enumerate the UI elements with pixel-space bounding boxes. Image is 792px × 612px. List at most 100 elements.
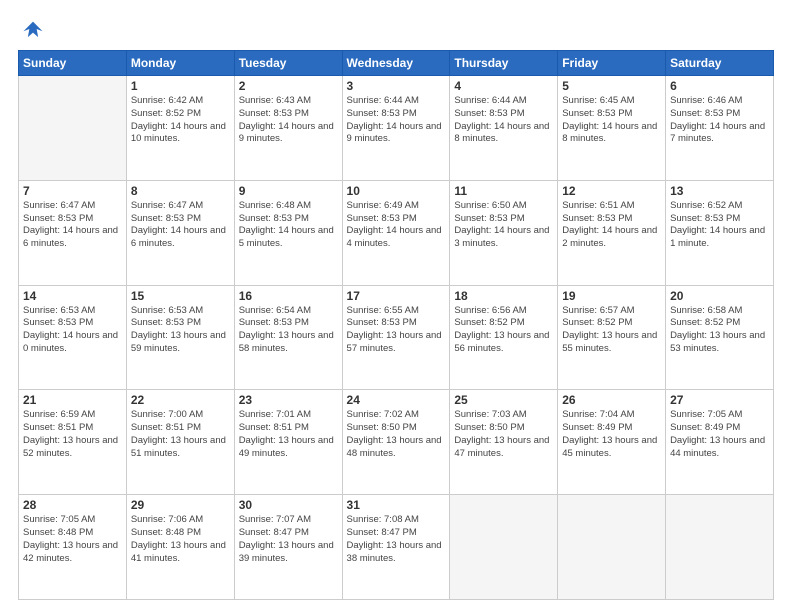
week-row-5: 28 Sunrise: 7:05 AMSunset: 8:48 PMDayligh… xyxy=(19,495,774,600)
calendar-cell: 27 Sunrise: 7:05 AMSunset: 8:49 PMDayligh… xyxy=(666,390,774,495)
day-number: 15 xyxy=(131,289,230,303)
calendar-cell: 5 Sunrise: 6:45 AMSunset: 8:53 PMDaylight… xyxy=(558,76,666,181)
day-info: Sunrise: 6:52 AMSunset: 8:53 PMDaylight:… xyxy=(670,200,769,251)
day-info: Sunrise: 7:02 AMSunset: 8:50 PMDaylight:… xyxy=(347,409,446,460)
day-number: 20 xyxy=(670,289,769,303)
day-info: Sunrise: 7:07 AMSunset: 8:47 PMDaylight:… xyxy=(239,514,338,565)
day-number: 21 xyxy=(23,393,122,407)
day-info: Sunrise: 6:59 AMSunset: 8:51 PMDaylight:… xyxy=(23,409,122,460)
page: SundayMondayTuesdayWednesdayThursdayFrid… xyxy=(0,0,792,612)
day-number: 27 xyxy=(670,393,769,407)
day-info: Sunrise: 7:05 AMSunset: 8:49 PMDaylight:… xyxy=(670,409,769,460)
day-info: Sunrise: 6:42 AMSunset: 8:52 PMDaylight:… xyxy=(131,95,230,146)
week-row-2: 7 Sunrise: 6:47 AMSunset: 8:53 PMDaylight… xyxy=(19,180,774,285)
week-row-1: 1Sunrise: 6:42 AMSunset: 8:52 PMDaylight… xyxy=(19,76,774,181)
day-number: 17 xyxy=(347,289,446,303)
calendar-cell: 14 Sunrise: 6:53 AMSunset: 8:53 PMDayligh… xyxy=(19,285,127,390)
day-info: Sunrise: 6:44 AMSunset: 8:53 PMDaylight:… xyxy=(347,95,446,146)
calendar-cell: 22 Sunrise: 7:00 AMSunset: 8:51 PMDayligh… xyxy=(126,390,234,495)
day-info: Sunrise: 6:44 AMSunset: 8:53 PMDaylight:… xyxy=(454,95,553,146)
day-number: 11 xyxy=(454,184,553,198)
calendar-cell: 15 Sunrise: 6:53 AMSunset: 8:53 PMDayligh… xyxy=(126,285,234,390)
calendar-cell: 13 Sunrise: 6:52 AMSunset: 8:53 PMDayligh… xyxy=(666,180,774,285)
day-info: Sunrise: 6:54 AMSunset: 8:53 PMDaylight:… xyxy=(239,305,338,356)
header xyxy=(18,18,774,40)
calendar-cell: 17Sunrise: 6:55 AMSunset: 8:53 PMDayligh… xyxy=(342,285,450,390)
weekday-header-monday: Monday xyxy=(126,51,234,76)
calendar-cell: 30 Sunrise: 7:07 AMSunset: 8:47 PMDayligh… xyxy=(234,495,342,600)
logo-bird-icon xyxy=(22,18,44,40)
day-info: Sunrise: 6:46 AMSunset: 8:53 PMDaylight:… xyxy=(670,95,769,146)
day-number: 31 xyxy=(347,498,446,512)
day-number: 5 xyxy=(562,79,661,93)
calendar-cell: 24 Sunrise: 7:02 AMSunset: 8:50 PMDayligh… xyxy=(342,390,450,495)
calendar-cell: 10Sunrise: 6:49 AMSunset: 8:53 PMDayligh… xyxy=(342,180,450,285)
day-info: Sunrise: 6:47 AMSunset: 8:53 PMDaylight:… xyxy=(23,200,122,251)
day-number: 9 xyxy=(239,184,338,198)
day-number: 14 xyxy=(23,289,122,303)
day-number: 28 xyxy=(23,498,122,512)
calendar-cell xyxy=(666,495,774,600)
calendar-cell: 26 Sunrise: 7:04 AMSunset: 8:49 PMDayligh… xyxy=(558,390,666,495)
calendar-cell: 20 Sunrise: 6:58 AMSunset: 8:52 PMDayligh… xyxy=(666,285,774,390)
calendar-table: SundayMondayTuesdayWednesdayThursdayFrid… xyxy=(18,50,774,600)
day-info: Sunrise: 7:00 AMSunset: 8:51 PMDaylight:… xyxy=(131,409,230,460)
calendar-cell: 11 Sunrise: 6:50 AMSunset: 8:53 PMDayligh… xyxy=(450,180,558,285)
weekday-header-tuesday: Tuesday xyxy=(234,51,342,76)
weekday-header-wednesday: Wednesday xyxy=(342,51,450,76)
day-info: Sunrise: 6:56 AMSunset: 8:52 PMDaylight:… xyxy=(454,305,553,356)
day-info: Sunrise: 6:51 AMSunset: 8:53 PMDaylight:… xyxy=(562,200,661,251)
day-number: 25 xyxy=(454,393,553,407)
calendar-cell: 2Sunrise: 6:43 AMSunset: 8:53 PMDaylight… xyxy=(234,76,342,181)
logo xyxy=(18,18,44,40)
day-number: 6 xyxy=(670,79,769,93)
weekday-header-saturday: Saturday xyxy=(666,51,774,76)
day-number: 4 xyxy=(454,79,553,93)
calendar-cell xyxy=(19,76,127,181)
day-number: 16 xyxy=(239,289,338,303)
day-info: Sunrise: 6:58 AMSunset: 8:52 PMDaylight:… xyxy=(670,305,769,356)
calendar-cell: 29Sunrise: 7:06 AMSunset: 8:48 PMDayligh… xyxy=(126,495,234,600)
day-info: Sunrise: 6:45 AMSunset: 8:53 PMDaylight:… xyxy=(562,95,661,146)
day-number: 3 xyxy=(347,79,446,93)
day-info: Sunrise: 6:53 AMSunset: 8:53 PMDaylight:… xyxy=(23,305,122,356)
calendar-cell: 18 Sunrise: 6:56 AMSunset: 8:52 PMDayligh… xyxy=(450,285,558,390)
day-info: Sunrise: 7:04 AMSunset: 8:49 PMDaylight:… xyxy=(562,409,661,460)
day-number: 30 xyxy=(239,498,338,512)
day-info: Sunrise: 6:47 AMSunset: 8:53 PMDaylight:… xyxy=(131,200,230,251)
calendar-cell: 3 Sunrise: 6:44 AMSunset: 8:53 PMDaylight… xyxy=(342,76,450,181)
weekday-header-thursday: Thursday xyxy=(450,51,558,76)
calendar-cell: 6 Sunrise: 6:46 AMSunset: 8:53 PMDaylight… xyxy=(666,76,774,181)
day-number: 13 xyxy=(670,184,769,198)
day-info: Sunrise: 6:48 AMSunset: 8:53 PMDaylight:… xyxy=(239,200,338,251)
day-number: 18 xyxy=(454,289,553,303)
day-number: 7 xyxy=(23,184,122,198)
calendar-cell: 21 Sunrise: 6:59 AMSunset: 8:51 PMDayligh… xyxy=(19,390,127,495)
weekday-header-sunday: Sunday xyxy=(19,51,127,76)
day-info: Sunrise: 6:53 AMSunset: 8:53 PMDaylight:… xyxy=(131,305,230,356)
day-info: Sunrise: 7:05 AMSunset: 8:48 PMDaylight:… xyxy=(23,514,122,565)
calendar-cell: 4 Sunrise: 6:44 AMSunset: 8:53 PMDaylight… xyxy=(450,76,558,181)
calendar-cell: 31Sunrise: 7:08 AMSunset: 8:47 PMDayligh… xyxy=(342,495,450,600)
calendar-cell: 8 Sunrise: 6:47 AMSunset: 8:53 PMDaylight… xyxy=(126,180,234,285)
day-number: 26 xyxy=(562,393,661,407)
week-row-3: 14 Sunrise: 6:53 AMSunset: 8:53 PMDayligh… xyxy=(19,285,774,390)
weekday-header-row: SundayMondayTuesdayWednesdayThursdayFrid… xyxy=(19,51,774,76)
calendar-cell: 25Sunrise: 7:03 AMSunset: 8:50 PMDayligh… xyxy=(450,390,558,495)
calendar-cell: 28 Sunrise: 7:05 AMSunset: 8:48 PMDayligh… xyxy=(19,495,127,600)
day-info: Sunrise: 7:01 AMSunset: 8:51 PMDaylight:… xyxy=(239,409,338,460)
calendar-cell: 12 Sunrise: 6:51 AMSunset: 8:53 PMDayligh… xyxy=(558,180,666,285)
day-number: 2 xyxy=(239,79,338,93)
day-number: 29 xyxy=(131,498,230,512)
day-number: 22 xyxy=(131,393,230,407)
day-number: 8 xyxy=(131,184,230,198)
day-number: 12 xyxy=(562,184,661,198)
day-info: Sunrise: 6:57 AMSunset: 8:52 PMDaylight:… xyxy=(562,305,661,356)
calendar-cell: 16 Sunrise: 6:54 AMSunset: 8:53 PMDayligh… xyxy=(234,285,342,390)
calendar-cell: 19 Sunrise: 6:57 AMSunset: 8:52 PMDayligh… xyxy=(558,285,666,390)
day-info: Sunrise: 6:50 AMSunset: 8:53 PMDaylight:… xyxy=(454,200,553,251)
day-number: 24 xyxy=(347,393,446,407)
calendar-cell xyxy=(450,495,558,600)
day-number: 19 xyxy=(562,289,661,303)
calendar-cell: 1Sunrise: 6:42 AMSunset: 8:52 PMDaylight… xyxy=(126,76,234,181)
